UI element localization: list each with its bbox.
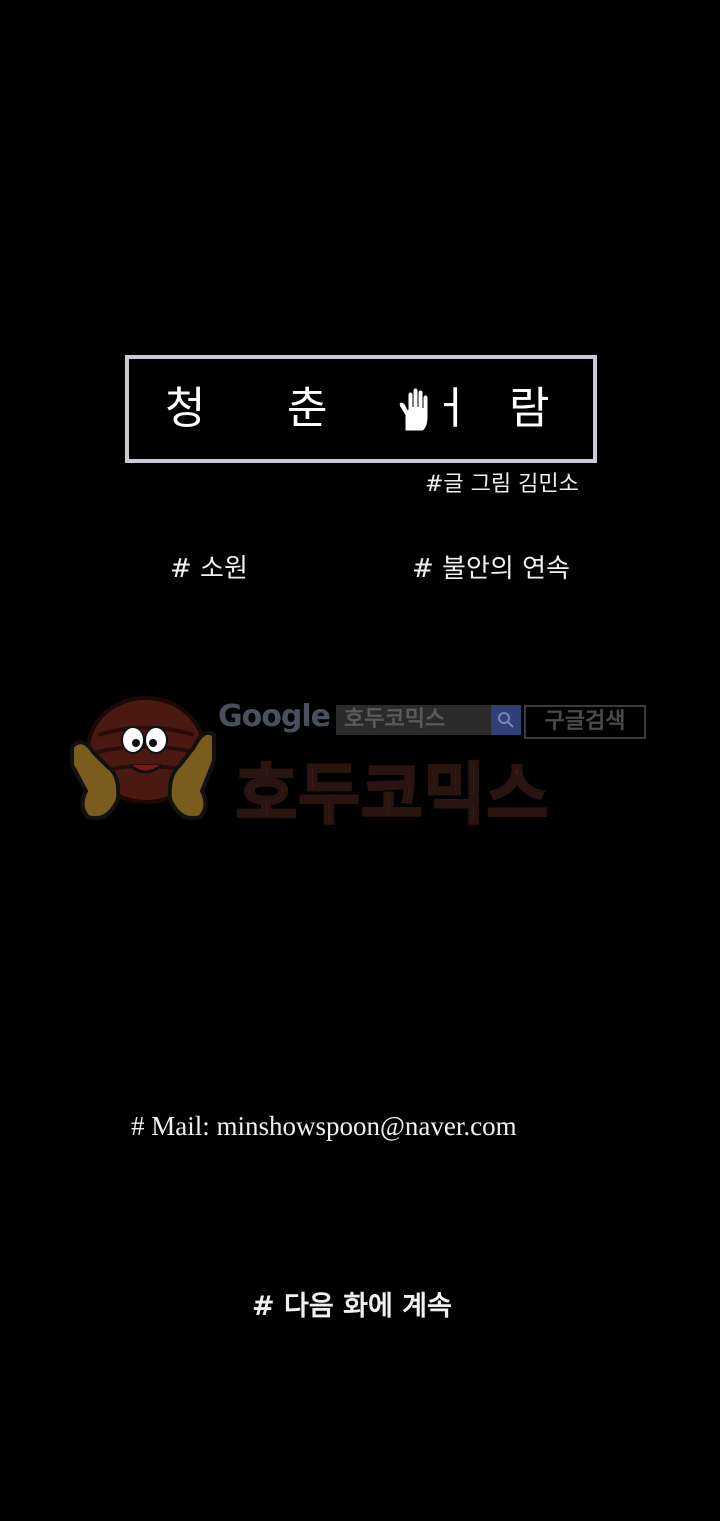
title-char-4: 람 [509, 383, 550, 434]
tag-anxiety: # 불안의 연속 [412, 554, 570, 584]
to-be-continued: # 다음 화에 계속 [252, 1291, 452, 1322]
hand-icon [398, 387, 429, 432]
title-char-3: ㅓ [431, 383, 472, 434]
search-icon [491, 705, 521, 735]
title-char-1: 청 [165, 383, 206, 434]
watermark-brand: 호두코믹스 [235, 755, 550, 835]
watermark: Google 호두코믹스 구글검색 호두코믹스 [68, 695, 653, 835]
title-box: 청 춘 ㅓ 람 [125, 355, 597, 463]
watermark-search-box: 호두코믹스 [336, 705, 491, 735]
contact-mail: # Mail: minshowspoon@naver.com [131, 1111, 517, 1141]
walnut-mascot-icon [70, 696, 216, 821]
google-logo: Google [218, 699, 331, 734]
tag-wish: # 소원 [170, 554, 248, 584]
author-credit: #글 그림 김민소 [425, 472, 579, 497]
title-char-2: 춘 [287, 383, 328, 434]
watermark-search-button: 구글검색 [524, 705, 646, 739]
